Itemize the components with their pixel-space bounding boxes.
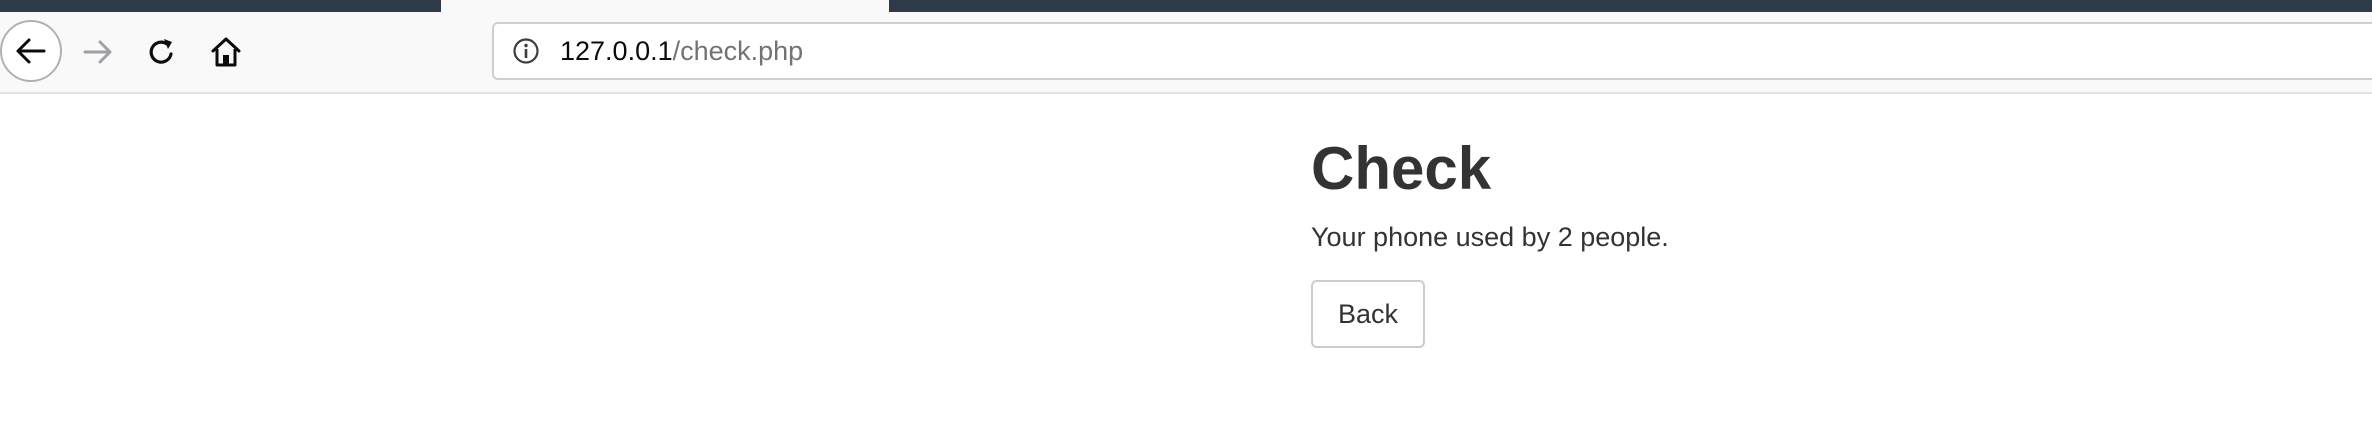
reload-button[interactable] (138, 28, 186, 76)
url-host: 127.0.0.1 (560, 36, 673, 66)
active-tab[interactable] (441, 0, 889, 12)
back-link-button[interactable]: Back (1311, 280, 1425, 348)
page-title: Check (1311, 135, 1492, 202)
page-content: Check Your phone used by 2 people. Back (1311, 130, 1669, 348)
result-message: Your phone used by 2 people. (1311, 222, 1669, 252)
home-icon (211, 37, 241, 67)
url-bar[interactable]: 127.0.0.1/check.php (492, 22, 2372, 80)
url-text[interactable]: 127.0.0.1/check.php (560, 24, 803, 78)
url-path: /check.php (672, 36, 804, 66)
reload-icon (149, 39, 173, 64)
forward-button[interactable] (74, 28, 122, 76)
back-button[interactable] (0, 20, 62, 82)
tab-strip (0, 0, 2372, 12)
browser-toolbar: 127.0.0.1/check.php (0, 12, 2372, 94)
home-button[interactable] (202, 28, 250, 76)
back-arrow-icon (16, 38, 46, 64)
info-icon[interactable] (512, 37, 540, 65)
forward-arrow-icon (83, 40, 112, 64)
